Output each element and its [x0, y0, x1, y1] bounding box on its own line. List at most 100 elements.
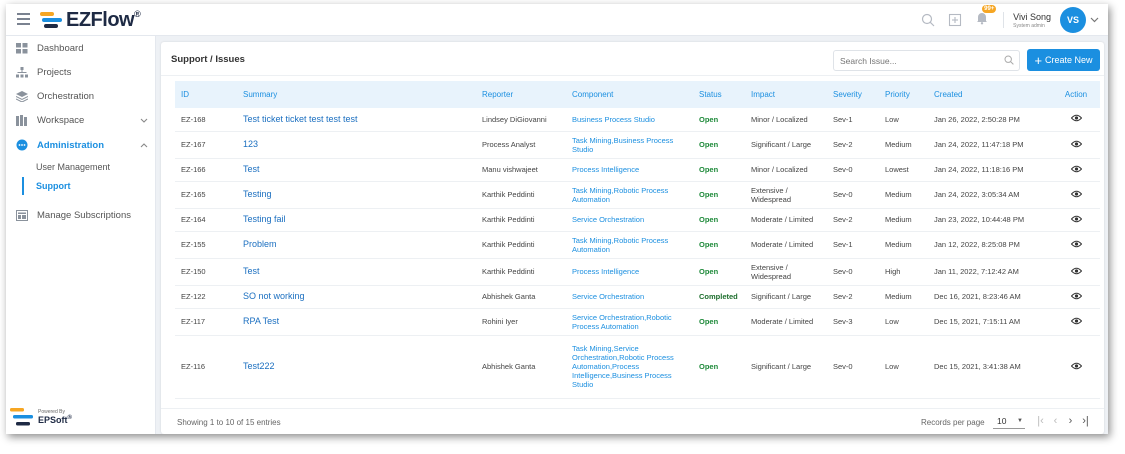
sidebar-subitem-support[interactable]: Support [22, 177, 156, 195]
column-header-id[interactable]: ID [175, 81, 237, 108]
cell-status: Open [693, 231, 745, 259]
cell-summary[interactable]: Testing [237, 181, 476, 209]
app-window: EZFlow® 99+ Vivi Song System admin VS Da… [6, 4, 1108, 434]
top-actions: 99+ Vivi Song System admin VS [921, 4, 1108, 36]
previous-page-icon[interactable]: ‹ [1048, 415, 1063, 427]
chevron-down-icon[interactable] [1090, 16, 1100, 25]
column-header-impact[interactable]: Impact [745, 81, 827, 108]
cell-severity: Sev-0 [827, 335, 879, 399]
table-row[interactable]: EZ-166 Test Manu vishwajeet Process Intelli… [175, 158, 1100, 182]
search-icon[interactable] [1004, 55, 1014, 65]
add-box-icon[interactable] [948, 13, 962, 27]
cell-status: Completed [693, 285, 745, 309]
column-header-created[interactable]: Created [928, 81, 1052, 108]
cell-summary[interactable]: Test [237, 258, 476, 286]
sidebar-subitem-label: Support [36, 181, 71, 191]
table-row[interactable]: EZ-150 Test Karthik Peddinti Process Intell… [175, 258, 1100, 286]
cell-summary[interactable]: Test222 [237, 335, 476, 399]
column-header-component[interactable]: Component [566, 81, 693, 108]
notifications-button[interactable]: 99+ [975, 4, 997, 30]
cell-component[interactable]: Task Mining,Robotic Process Automation [566, 181, 693, 209]
cell-impact: Minor / Localized [745, 158, 827, 182]
cell-component[interactable]: Task Mining,Service Orchestration,Roboti… [566, 335, 693, 399]
search-input[interactable] [833, 50, 1020, 71]
table-row[interactable]: EZ-167 123 Process Analyst Task Mining,Busi… [175, 131, 1100, 159]
cell-component[interactable]: Task Mining,Robotic Process Automation [566, 231, 693, 259]
sidebar-item-administration[interactable]: Administration [6, 134, 156, 156]
sidebar-subitem-user-management[interactable]: User Management [22, 158, 156, 176]
cell-created: Jan 24, 2022, 11:18:16 PM [928, 158, 1052, 182]
cell-created: Jan 24, 2022, 11:47:18 PM [928, 131, 1052, 159]
table-row[interactable]: EZ-116 Test222 Abhishek Ganta Task Mining,S… [175, 335, 1100, 399]
cell-summary[interactable]: RPA Test [237, 308, 476, 336]
cell-impact: Extensive / Widespread [745, 258, 827, 286]
cell-component[interactable]: Process Intelligence [566, 158, 693, 182]
last-page-icon[interactable]: ›| [1078, 415, 1093, 427]
column-header-status[interactable]: Status [693, 81, 745, 108]
sidebar-item-label: Dashboard [37, 42, 84, 54]
eye-icon[interactable] [1070, 362, 1082, 370]
records-per-page-select[interactable]: 10 ▼ [993, 414, 1025, 429]
search-icon[interactable] [921, 13, 935, 27]
eye-icon[interactable] [1070, 215, 1082, 223]
cell-component[interactable]: Service Orchestration,Robotic Process Au… [566, 308, 693, 336]
notification-badge: 99+ [982, 4, 997, 13]
cell-priority: Medium [879, 285, 928, 309]
cell-component[interactable]: Business Process Studio [566, 108, 693, 132]
eye-icon[interactable] [1070, 114, 1082, 122]
cell-summary[interactable]: SO not working [237, 285, 476, 309]
hamburger-menu-icon[interactable] [17, 13, 30, 25]
table-row[interactable]: EZ-117 RPA Test Rohini Iyer Service Orchest… [175, 308, 1100, 336]
eye-icon[interactable] [1070, 267, 1082, 275]
cell-priority: Low [879, 108, 928, 132]
cell-summary[interactable]: Test ticket ticket test test test [237, 108, 476, 132]
cell-severity: Sev-2 [827, 285, 879, 309]
table-row[interactable]: EZ-165 Testing Karthik Peddinti Task Mining… [175, 181, 1100, 209]
create-new-button[interactable]: + Create New [1027, 49, 1100, 71]
cell-severity: Sev-2 [827, 208, 879, 232]
cell-action [1052, 131, 1100, 159]
cell-severity: Sev-3 [827, 308, 879, 336]
column-header-summary[interactable]: Summary [237, 81, 476, 108]
cell-reporter: Karthik Peddinti [476, 181, 566, 209]
column-header-priority[interactable]: Priority [879, 81, 928, 108]
cell-impact: Moderate / Limited [745, 208, 827, 232]
cell-summary[interactable]: Test [237, 158, 476, 182]
cell-component[interactable]: Task Mining,Business Process Studio [566, 131, 693, 159]
sidebar-item-manage-subscriptions[interactable]: Manage Subscriptions [6, 204, 156, 226]
cell-summary[interactable]: Testing fail [237, 208, 476, 232]
cell-component[interactable]: Process Intelligence [566, 258, 693, 286]
eye-icon[interactable] [1070, 140, 1082, 148]
sidebar-item-workspace[interactable]: Workspace [6, 109, 156, 131]
cell-created: Dec 15, 2021, 7:15:11 AM [928, 308, 1052, 336]
cell-status: Open [693, 258, 745, 286]
first-page-icon[interactable]: |‹ [1033, 415, 1048, 427]
eye-icon[interactable] [1070, 190, 1082, 198]
cell-id: EZ-165 [175, 181, 237, 209]
sidebar-item-dashboard[interactable]: Dashboard [6, 37, 156, 59]
next-page-icon[interactable]: › [1063, 415, 1078, 427]
cell-summary[interactable]: 123 [237, 131, 476, 159]
sidebar-item-orchestration[interactable]: Orchestration [6, 85, 156, 107]
cell-component[interactable]: Service Orchestration [566, 285, 693, 309]
eye-icon[interactable] [1070, 292, 1082, 300]
cell-reporter: Karthik Peddinti [476, 208, 566, 232]
eye-icon[interactable] [1070, 165, 1082, 173]
column-header-severity[interactable]: Severity [827, 81, 879, 108]
sidebar-item-projects[interactable]: Projects [6, 61, 156, 83]
cell-action [1052, 285, 1100, 309]
eye-icon[interactable] [1070, 240, 1082, 248]
app-logo[interactable]: EZFlow® [40, 9, 141, 31]
table-row[interactable]: EZ-155 Problem Karthik Peddinti Task Mining… [175, 231, 1100, 259]
table-row[interactable]: EZ-164 Testing fail Karthik Peddinti Servic… [175, 208, 1100, 232]
sidebar-item-label: Manage Subscriptions [37, 209, 131, 221]
table-row[interactable]: EZ-168 Test ticket ticket test test test L… [175, 108, 1100, 132]
user-info[interactable]: Vivi Song System admin [1013, 12, 1051, 29]
cell-component[interactable]: Service Orchestration [566, 208, 693, 232]
table-row[interactable]: EZ-122 SO not working Abhishek Ganta Servic… [175, 285, 1100, 309]
column-header-reporter[interactable]: Reporter [476, 81, 566, 108]
eye-icon[interactable] [1070, 317, 1082, 325]
cell-summary[interactable]: Problem [237, 231, 476, 259]
avatar[interactable]: VS [1060, 7, 1086, 33]
cell-action [1052, 335, 1100, 399]
